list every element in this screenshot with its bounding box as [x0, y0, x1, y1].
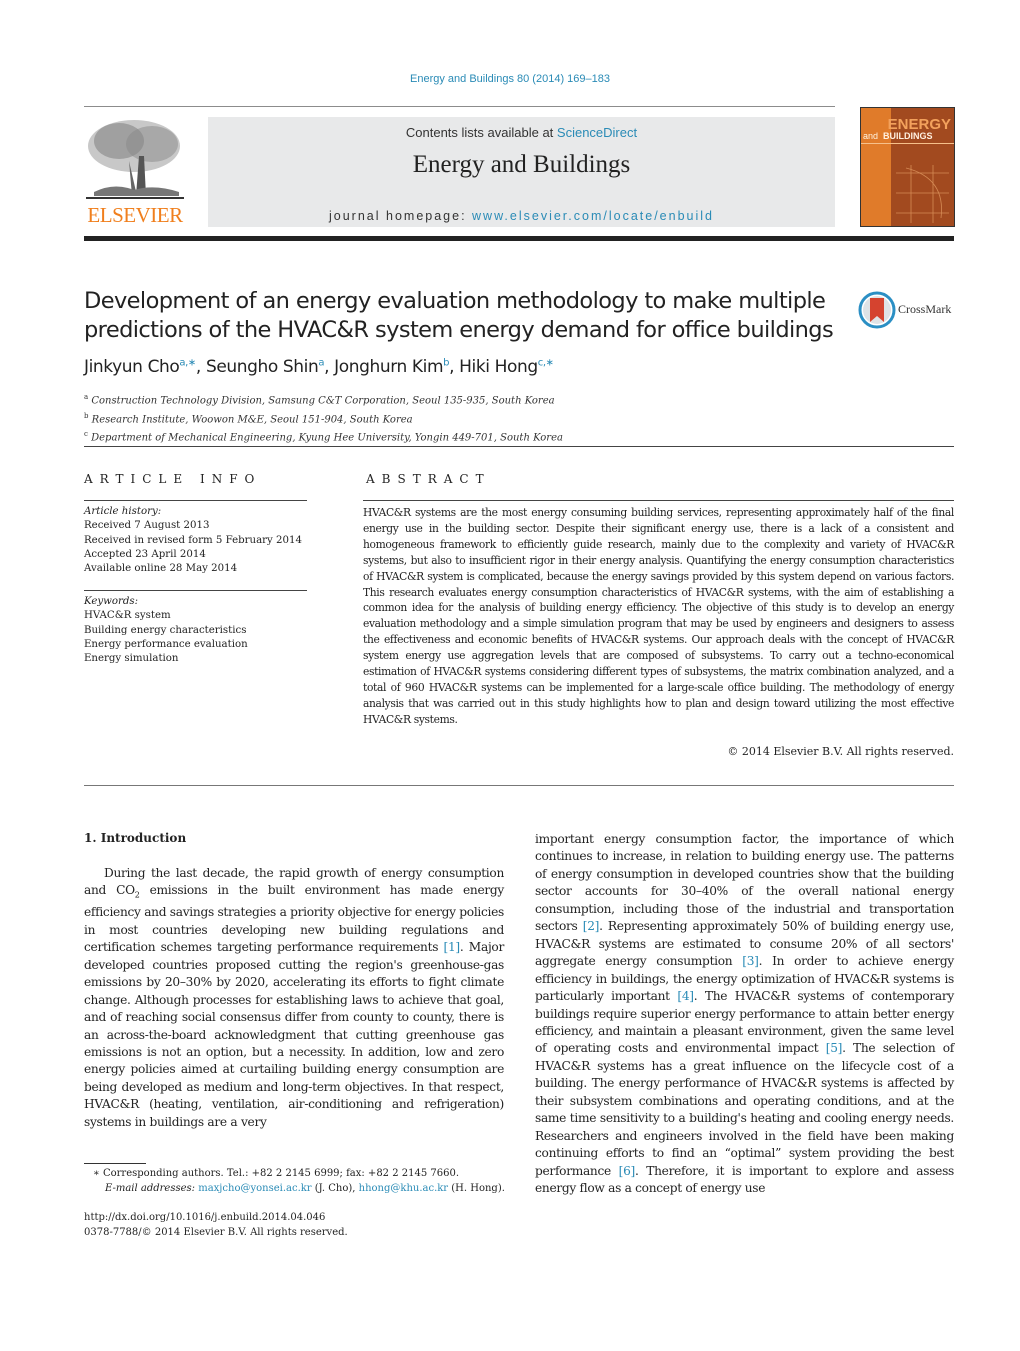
keyword: Energy simulation: [84, 653, 179, 665]
keywords: Keywords: HVAC&R system Building energy …: [84, 595, 248, 666]
footnote-text: Corresponding authors. Tel.: +82 2 2145 …: [102, 1168, 460, 1179]
author-affiliation-mark[interactable]: a: [318, 357, 324, 368]
body-column-left: During the last decade, the rapid growth…: [84, 865, 504, 1131]
footnote-star: ∗: [93, 1168, 100, 1179]
author[interactable]: Hiki Hong: [459, 357, 538, 377]
article-info-heading: ARTICLE INFO: [84, 472, 262, 486]
author-affiliation-mark[interactable]: a,∗: [179, 357, 196, 368]
elsevier-tree-icon: [86, 120, 184, 199]
footnote-emails: E-mail addresses: maxjcho@yonsei.ac.kr (…: [105, 1182, 505, 1197]
journal-header-box: Contents lists available at ScienceDirec…: [208, 117, 835, 227]
elsevier-logo: ELSEVIER: [84, 116, 186, 228]
body-text: . The selection of HVAC&R systems has a …: [535, 1041, 954, 1178]
citation-link[interactable]: [5]: [826, 1041, 843, 1055]
abstract-copyright: © 2014 Elsevier B.V. All rights reserved…: [727, 745, 954, 758]
homepage-link[interactable]: www.elsevier.com/locate/enbuild: [472, 209, 714, 223]
article-title: Development of an energy evaluation meth…: [84, 287, 844, 345]
email-owner: (H. Hong).: [448, 1183, 505, 1194]
body-column-right: important energy consumption factor, the…: [535, 831, 954, 1198]
author-affiliation-mark[interactable]: c,∗: [538, 357, 554, 368]
keywords-label: Keywords:: [84, 596, 139, 607]
email-link[interactable]: hhong@khu.ac.kr: [359, 1183, 448, 1194]
crossmark-badge[interactable]: CrossMark: [858, 291, 958, 329]
elsevier-wordmark: ELSEVIER: [87, 203, 183, 227]
email-owner: (J. Cho),: [311, 1183, 359, 1194]
affiliation: a Construction Technology Division, Sams…: [84, 390, 563, 409]
article-title-line-2: predictions of the HVAC&R system energy …: [84, 317, 834, 343]
affiliations: a Construction Technology Division, Sams…: [84, 390, 563, 446]
body-text: . Major developed countries proposed cut…: [84, 940, 504, 1129]
cover-strip: [861, 108, 891, 226]
journal-cover-thumbnail[interactable]: ENERGY and BUILDINGS: [860, 107, 955, 227]
contents-line: Contents lists available at ScienceDirec…: [208, 125, 835, 140]
author[interactable]: Seungho Shin: [206, 357, 319, 377]
citation-link[interactable]: [1]: [444, 940, 461, 954]
history-label: Article history:: [84, 506, 162, 517]
affiliation: c Department of Mechanical Engineering, …: [84, 427, 563, 446]
affiliation: b Research Institute, Woowon M&E, Seoul …: [84, 409, 563, 428]
affiliation-text: Research Institute, Woowon M&E, Seoul 15…: [91, 413, 413, 425]
affiliation-text: Department of Mechanical Engineering, Ky…: [91, 432, 563, 444]
homepage-prefix: journal homepage:: [329, 209, 473, 223]
cover-divider: [861, 143, 954, 144]
header-thick-rule: [84, 236, 954, 241]
email-link[interactable]: maxjcho@yonsei.ac.kr: [198, 1183, 311, 1194]
issn-copyright: 0378-7788/© 2014 Elsevier B.V. All right…: [84, 1227, 348, 1238]
article-info-rule: [84, 500, 307, 501]
journal-reference[interactable]: Energy and Buildings 80 (2014) 169–183: [0, 73, 1020, 85]
citation-link[interactable]: [6]: [619, 1164, 636, 1178]
affiliation-mark: b: [84, 411, 89, 420]
cover-title-and: and: [863, 131, 879, 141]
journal-title: Energy and Buildings: [412, 151, 631, 178]
contents-prefix: Contents lists available at: [405, 125, 557, 140]
abstract-rule: [363, 500, 954, 501]
footnote-corresponding: ∗ Corresponding authors. Tel.: +82 2 214…: [93, 1167, 459, 1182]
email-label: E-mail addresses:: [105, 1183, 196, 1194]
author-affiliation-mark[interactable]: b: [443, 357, 449, 368]
affiliation-mark: a: [84, 393, 89, 401]
keyword: HVAC&R system: [84, 610, 171, 622]
abstract-heading: ABSTRACT: [366, 472, 491, 486]
crossmark-label: CrossMark: [898, 302, 952, 316]
keywords-rule: [84, 590, 307, 591]
sciencedirect-link[interactable]: ScienceDirect: [557, 125, 637, 140]
abstract-text: HVAC&R systems are the most energy consu…: [363, 506, 954, 726]
cover-title-buildings: BUILDINGS: [883, 131, 933, 141]
header-top-rule: [84, 106, 835, 107]
history-item: Available online 28 May 2014: [84, 563, 238, 575]
doi-link[interactable]: http://dx.doi.org/10.1016/j.enbuild.2014…: [84, 1211, 325, 1226]
history-item: Accepted 23 April 2014: [84, 548, 206, 560]
section-divider: [84, 446, 954, 447]
author[interactable]: Jonghurn Kim: [334, 357, 443, 377]
journal-homepage: journal homepage: www.elsevier.com/locat…: [208, 209, 835, 223]
keyword: Energy performance evaluation: [84, 638, 248, 650]
body-text: emissions in the built environment has m…: [84, 883, 505, 955]
abstract-bottom-rule: [84, 785, 954, 786]
article-history: Article history: Received 7 August 2013 …: [84, 505, 302, 576]
footnote-rule: [84, 1163, 146, 1164]
section-heading-introduction: 1. Introduction: [84, 831, 187, 845]
citation-link[interactable]: [4]: [677, 989, 694, 1003]
author-list: Jinkyun Choa,∗, Seungho Shina, Jonghurn …: [84, 357, 554, 377]
cover-graphic-icon: [896, 165, 949, 223]
history-item: Received 7 August 2013: [84, 520, 210, 532]
crossmark-icon: [858, 291, 896, 329]
citation-link[interactable]: [2]: [583, 919, 600, 933]
author[interactable]: Jinkyun Cho: [84, 357, 180, 377]
history-item: Received in revised form 5 February 2014: [84, 534, 302, 546]
citation-link[interactable]: [3]: [742, 954, 759, 968]
article-title-line-1: Development of an energy evaluation meth…: [84, 288, 826, 314]
keyword: Building energy characteristics: [84, 624, 247, 636]
affiliation-mark: c: [84, 430, 88, 439]
affiliation-text: Construction Technology Division, Samsun…: [91, 395, 555, 407]
